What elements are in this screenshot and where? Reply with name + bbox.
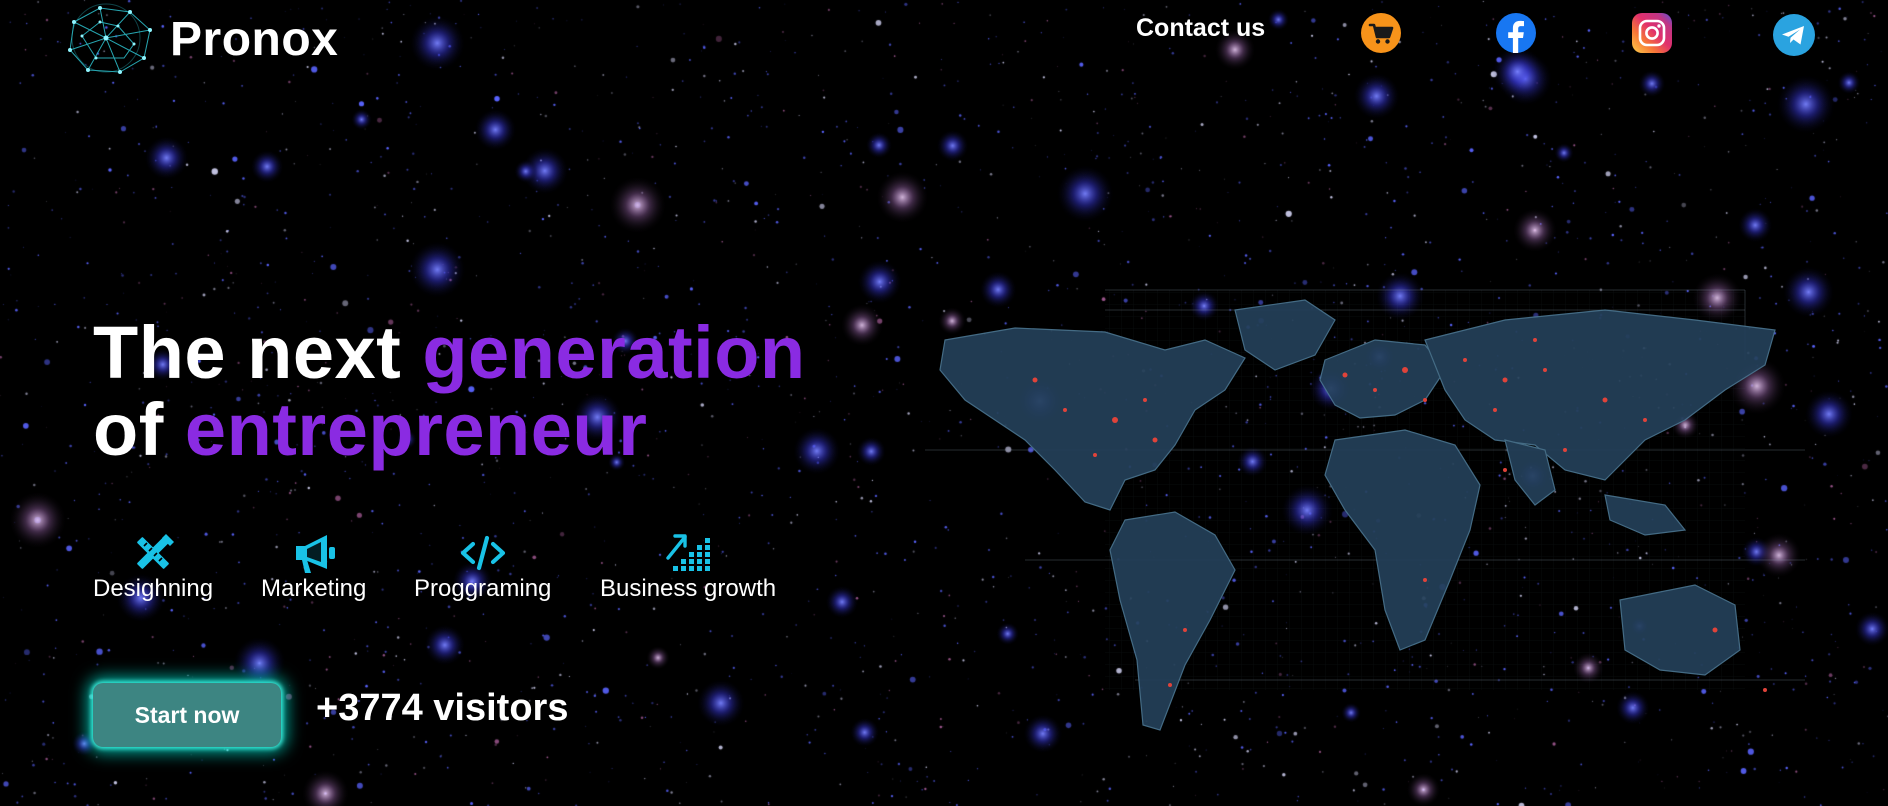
service-marketing[interactable]: Marketing (261, 532, 366, 603)
telegram-button[interactable] (1773, 14, 1815, 56)
growth-chart-icon (600, 532, 776, 574)
logo[interactable] (52, 0, 156, 78)
instagram-button[interactable] (1632, 13, 1672, 53)
network-globe-logo-icon (68, 3, 152, 74)
megaphone-icon (261, 532, 366, 574)
hero-headline: The next generation of entrepreneur (93, 314, 806, 468)
service-business-growth[interactable]: Business growth (600, 532, 776, 603)
service-label: Marketing (261, 575, 367, 602)
service-label: Proggraming (414, 575, 552, 602)
hero-line-1-plain: The next (93, 311, 402, 394)
facebook-icon (1496, 13, 1536, 53)
hero-line-2-plain: of (93, 388, 164, 471)
hero-line-2-accent: entrepreneur (184, 388, 648, 471)
instagram-icon (1632, 13, 1672, 53)
start-now-button[interactable]: Start now (93, 683, 281, 747)
hero-line-1-accent: generation (422, 311, 806, 394)
brand-name[interactable]: Pronox (170, 12, 338, 67)
cart-button[interactable] (1361, 13, 1401, 53)
code-icon (414, 532, 551, 574)
service-label: Business growth (600, 575, 777, 602)
world-map-graphic (925, 289, 1805, 731)
design-tools-icon (93, 532, 213, 574)
visitors-count: +3774 visitors (316, 687, 569, 729)
hero-line-1: The next generation (93, 314, 806, 391)
service-programming[interactable]: Proggraming (414, 532, 551, 603)
contact-us-link[interactable]: Contact us (1136, 14, 1265, 43)
facebook-button[interactable] (1496, 13, 1536, 53)
hero-line-2: of entrepreneur (93, 391, 806, 468)
telegram-icon (1773, 14, 1815, 56)
cart-icon (1361, 13, 1401, 53)
service-designing[interactable]: Desighning (93, 532, 213, 603)
service-label: Desighning (93, 575, 214, 602)
